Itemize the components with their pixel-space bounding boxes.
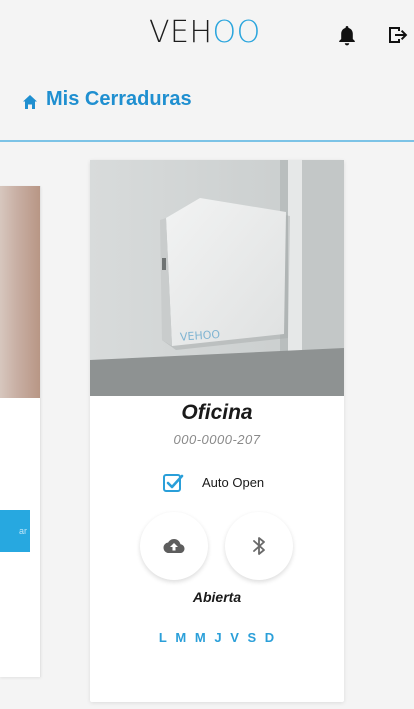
lock-card-previous[interactable]: ar (0, 186, 41, 677)
lock-status: Abierta (192, 589, 242, 605)
auto-open-checkbox[interactable] (162, 472, 184, 494)
bluetooth-icon (253, 537, 265, 555)
lock-name: Oficina (181, 401, 253, 424)
lock-photo (0, 186, 40, 398)
schedule-days: L M M J V S D (90, 630, 344, 645)
day-sunday: D (264, 630, 276, 645)
bluetooth-button[interactable] (225, 512, 293, 580)
day-tuesday: M (175, 630, 188, 645)
top-bar: VEHOO (0, 0, 414, 66)
brand-logo-highlight: OO (212, 15, 261, 50)
day-monday: L (158, 630, 168, 645)
lock-code: 000-0000-207 (173, 432, 261, 447)
cloud-upload-icon (163, 539, 185, 553)
lock-photo: VEHOO (90, 160, 344, 396)
home-icon (20, 92, 40, 112)
cloud-upload-button[interactable] (140, 512, 208, 580)
section-title: Mis Cerraduras (46, 88, 192, 110)
brand-logo: VEHOO (149, 15, 261, 50)
day-wednesday: M (194, 630, 207, 645)
day-friday: V (230, 630, 240, 645)
day-thursday: J (214, 630, 223, 645)
logout-icon[interactable] (385, 23, 409, 47)
bell-icon[interactable] (335, 23, 359, 47)
lock-card[interactable]: VEHOO Oficina 000-0000-207 Auto Open Abi… (90, 160, 344, 702)
brand-logo-prefix: VEH (149, 15, 213, 50)
auto-open-label[interactable]: Auto Open (202, 475, 264, 490)
day-saturday: S (247, 630, 258, 645)
lock-action-button[interactable]: ar (0, 510, 30, 552)
